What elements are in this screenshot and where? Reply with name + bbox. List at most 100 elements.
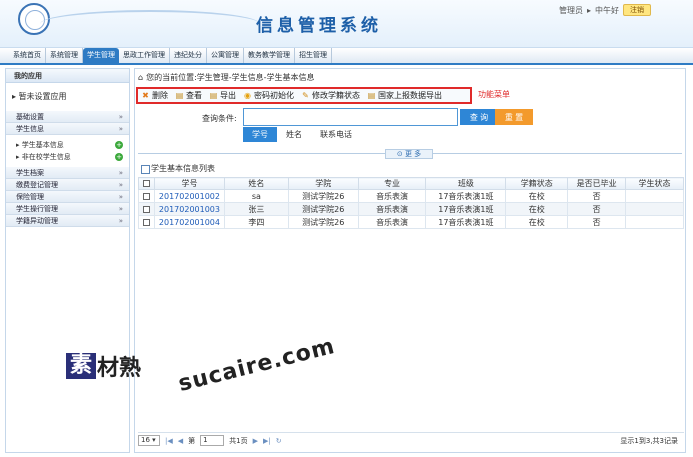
table-row[interactable]: 201702001004 李四 测试学院26 音乐表演 17音乐表演1班 在校否	[138, 215, 684, 229]
nav-item-3[interactable]: 思政工作管理	[119, 48, 170, 63]
prev-page-icon[interactable]: ◀	[178, 437, 183, 445]
table-cell: 测试学院26	[287, 189, 359, 203]
view-button[interactable]: ▤ 查看	[175, 90, 207, 101]
sidebar-item[interactable]: ▸ 非在校学生信息 +	[6, 151, 129, 163]
column-header: 学号	[153, 177, 225, 190]
nav-item-4[interactable]: 违纪处分	[170, 48, 207, 63]
table-cell: 音乐表演	[357, 215, 427, 229]
home-icon: ⌂	[138, 73, 144, 82]
chevron-right-icon: »	[118, 113, 123, 121]
chevron-right-icon: »	[118, 125, 123, 133]
table-cell: 测试学院26	[287, 202, 359, 216]
edit-status-button[interactable]: ✎ 修改学籍状态	[301, 90, 365, 101]
search-input[interactable]	[243, 108, 458, 126]
column-header: 姓名	[223, 177, 289, 190]
student-table: 学号 姓名 学院 专业 班级 学籍状态 是否已毕业 学生状态 201702001002 sa 测试…	[138, 177, 684, 229]
student-id-link[interactable]: 201702001004	[153, 215, 225, 229]
export-button[interactable]: ▤ 导出	[209, 90, 241, 101]
national-export-label: 国家上报数据导出	[378, 91, 442, 100]
delete-button[interactable]: ✖ 删除	[141, 90, 173, 101]
refresh-icon[interactable]: ↻	[276, 437, 282, 445]
function-menu-label: 功能菜单	[478, 90, 510, 99]
sidebar-group-label: 学生操行管理	[16, 205, 58, 213]
sidebar-group[interactable]: 学生档案 »	[6, 167, 129, 179]
chevron-right-icon: »	[118, 169, 123, 177]
first-page-icon[interactable]: |◀	[165, 437, 173, 445]
sidebar: 我的应用 ▸ 暂未设置应用 基础设置» 学生信息» ▸ 学生基本信息 + ▸ 非在校学…	[5, 68, 130, 453]
row-select-cell	[138, 202, 155, 216]
add-icon: +	[115, 141, 123, 149]
main-panel: ⌂ 您的当前位置:学生管理-学生信息-学生基本信息 ✖ 删除 ▤ 查看 ▤ 导出…	[134, 68, 686, 453]
sidebar-group[interactable]: 学生信息 »	[6, 123, 129, 135]
table-cell: 在校	[505, 202, 569, 216]
sidebar-group[interactable]: 缴费登记管理 »	[6, 179, 129, 191]
table-cell: 音乐表演	[357, 202, 427, 216]
sidebar-group[interactable]: 学籍异动管理 »	[6, 215, 129, 227]
table-cell: 在校	[505, 189, 569, 203]
student-id-link[interactable]: 201702001002	[153, 189, 225, 203]
nav-item-1[interactable]: 系统管理	[46, 48, 83, 63]
search-tab[interactable]: 姓名	[277, 127, 311, 142]
sidebar-group-label: 学籍异动管理	[16, 217, 58, 225]
nav-item-2[interactable]: 学生管理	[83, 48, 119, 63]
table-cell	[625, 189, 684, 203]
export-label: 导出	[220, 91, 236, 100]
row-checkbox[interactable]	[142, 192, 150, 200]
page-info: 显示1到3,共3记录	[620, 436, 678, 445]
sidebar-app-placeholder[interactable]: ▸ 暂未设置应用	[6, 83, 129, 111]
total-pages: 共1页	[229, 436, 248, 445]
header: 信息管理系统 管理员 ▸ 中午好 注销	[0, 0, 693, 48]
page-size-select[interactable]: 16 ▾	[138, 435, 160, 446]
sidebar-group-label: 缴费登记管理	[16, 181, 58, 189]
watermark-brand-box: 素	[66, 353, 97, 379]
select-all-header	[138, 177, 155, 190]
page-size-value: 16	[141, 436, 150, 444]
sidebar-item[interactable]: ▸ 学生基本信息 +	[6, 139, 129, 151]
student-id-link[interactable]: 201702001003	[153, 202, 225, 216]
nav-item-6[interactable]: 教务教学管理	[244, 48, 295, 63]
nav-item-5[interactable]: 公寓管理	[207, 48, 244, 63]
expand-icon: ⊙	[396, 150, 403, 158]
user-name: 管理员	[558, 5, 583, 15]
last-page-icon[interactable]: ▶|	[263, 437, 271, 445]
table-cell: 否	[567, 189, 627, 203]
list-title: 学生基本信息列表	[138, 163, 683, 175]
sidebar-group-label: 学生档案	[16, 169, 44, 177]
search-tab[interactable]: 联系电话	[311, 127, 361, 142]
more-label: 更 多	[404, 150, 422, 158]
national-export-button[interactable]: ▤ 国家上报数据导出	[367, 90, 447, 101]
table-cell	[625, 215, 684, 229]
logout-button[interactable]: 注销	[623, 4, 651, 16]
page: 信息管理系统 管理员 ▸ 中午好 注销 系统首页 系统管理 学生管理 思政工作管理 违纪…	[0, 0, 693, 457]
reset-password-icon: ◉	[244, 91, 251, 100]
row-checkbox[interactable]	[142, 205, 150, 213]
query-button[interactable]: 查 询	[460, 109, 498, 125]
column-header: 专业	[357, 177, 427, 190]
table-row[interactable]: 201702001002 sa 测试学院26 音乐表演 17音乐表演1班 在校否	[138, 189, 684, 203]
page-number-input[interactable]: 1	[200, 435, 225, 446]
sidebar-group[interactable]: 基础设置 »	[6, 111, 129, 123]
sidebar-item-text: 学生基本信息	[21, 141, 64, 149]
sidebar-group[interactable]: 学生操行管理 »	[6, 203, 129, 215]
nav-item-0[interactable]: 系统首页	[9, 48, 46, 63]
table-cell: 张三	[223, 202, 289, 216]
table-cell	[625, 202, 684, 216]
nav-item-7[interactable]: 招生管理	[295, 48, 332, 63]
reset-button[interactable]: 重 置	[495, 109, 533, 125]
table-cell: 17音乐表演1班	[425, 189, 507, 203]
table-cell: 李四	[223, 215, 289, 229]
table-row[interactable]: 201702001003 张三 测试学院26 音乐表演 17音乐表演1班 在校否	[138, 202, 684, 216]
chevron-right-icon: »	[118, 181, 123, 189]
next-page-icon[interactable]: ▶	[253, 437, 258, 445]
row-checkbox[interactable]	[142, 218, 150, 226]
sidebar-item-text: 非在校学生信息	[21, 153, 71, 161]
reset-password-button[interactable]: ◉ 密码初始化	[243, 90, 299, 101]
more-button[interactable]: ⊙ 更 多	[385, 149, 433, 159]
sidebar-group[interactable]: 保险管理 »	[6, 191, 129, 203]
export-icon: ▤	[209, 91, 218, 100]
pagination: 16 ▾ |◀ ◀ 第 1 共1页 ▶ ▶| ↻ 显示1到3,共3记录	[138, 432, 684, 446]
table-cell: sa	[223, 189, 289, 203]
select-all-checkbox[interactable]	[142, 180, 150, 187]
search-tab[interactable]: 学号	[243, 127, 277, 142]
view-label: 查看	[186, 91, 202, 100]
